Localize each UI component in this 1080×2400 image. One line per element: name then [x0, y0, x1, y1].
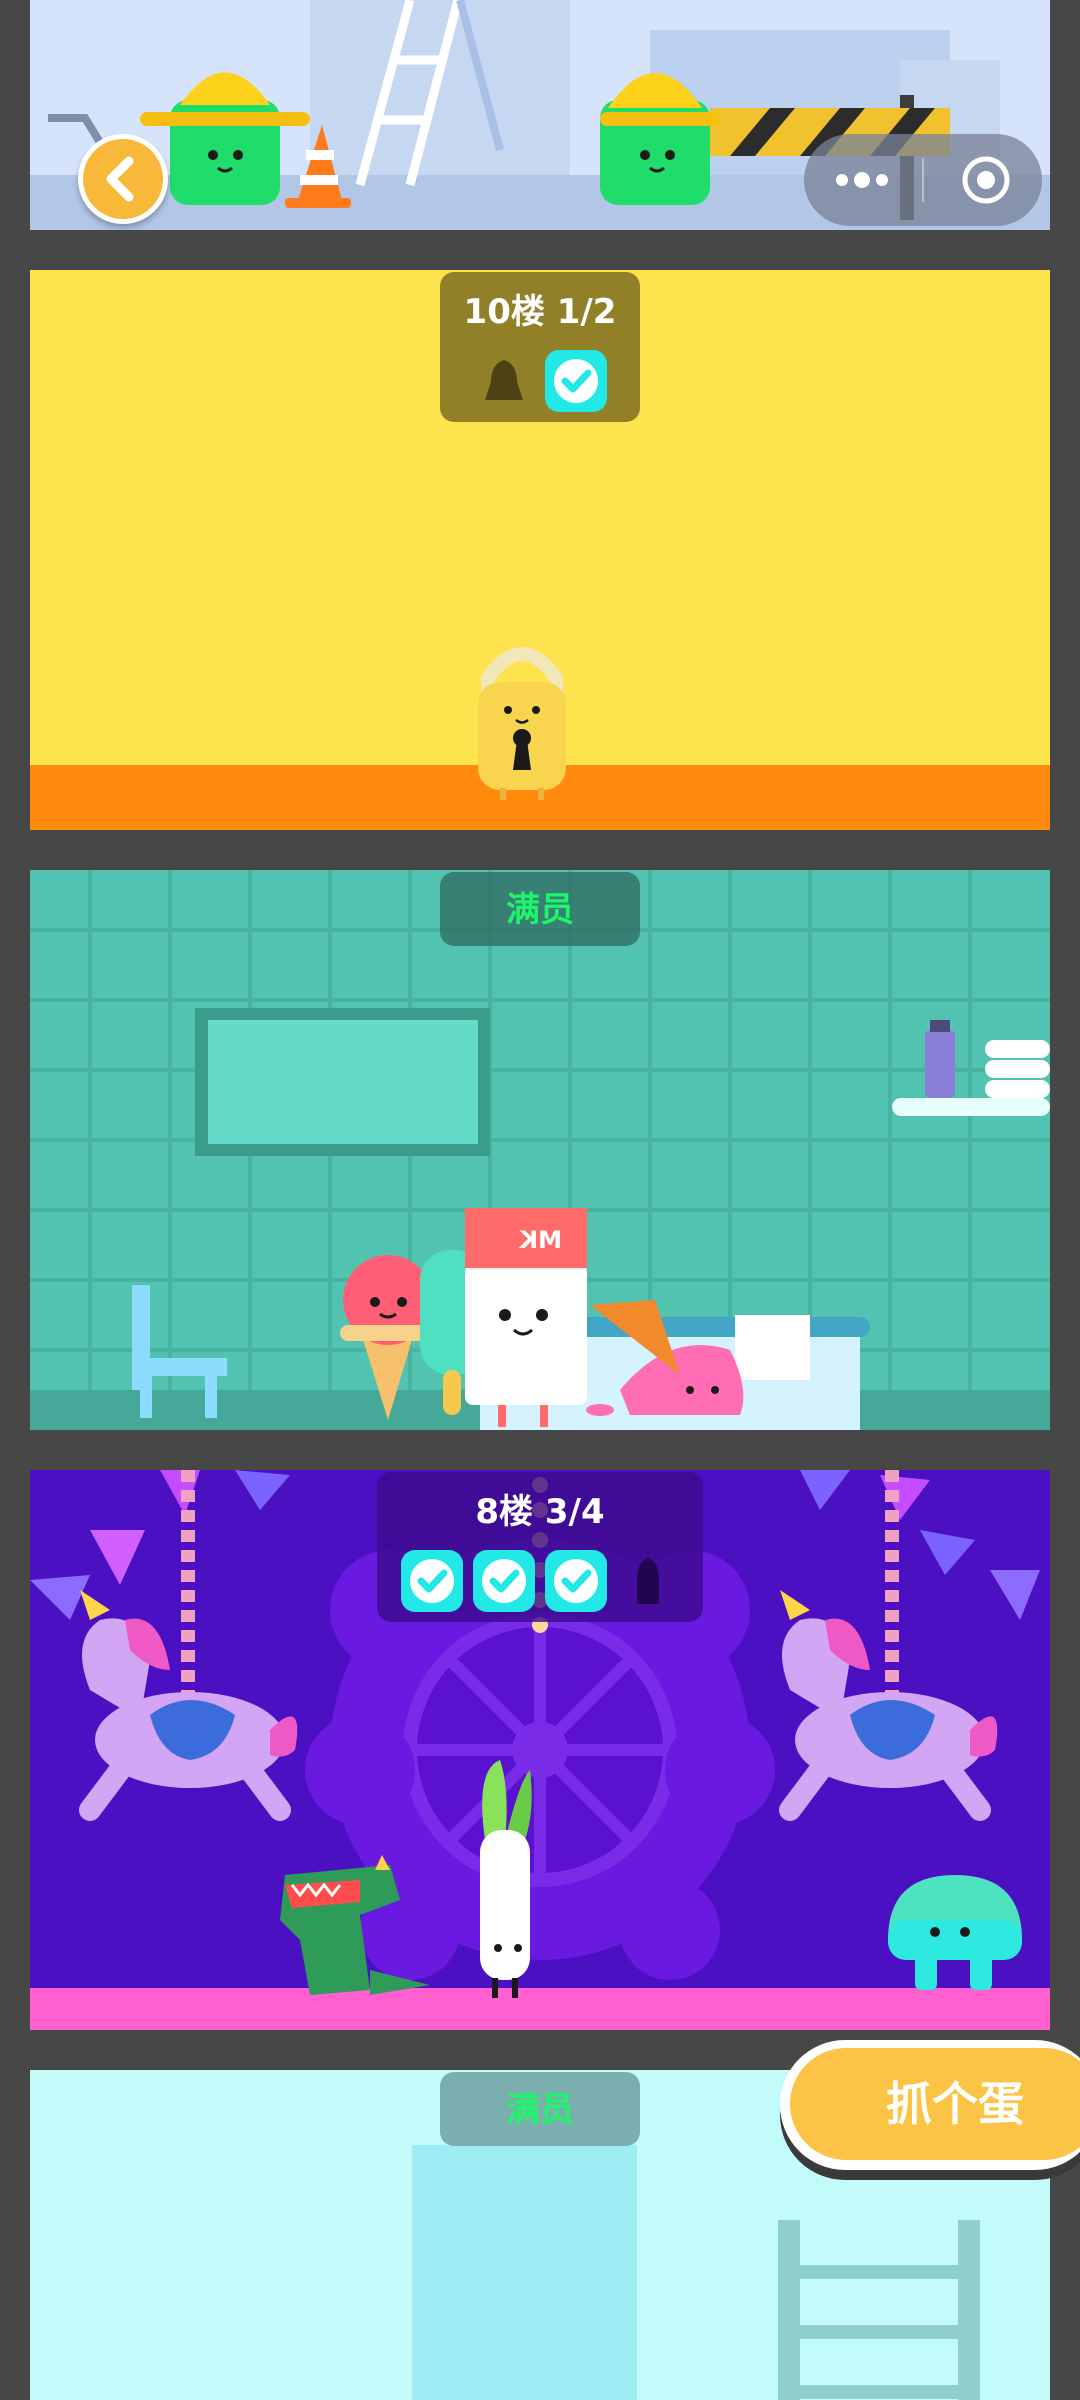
chevron-left-icon [106, 156, 134, 202]
svg-text:MK: MK [518, 1226, 562, 1254]
catch-egg-button[interactable]: 抓个蛋 [780, 2040, 1080, 2170]
check-icon [545, 1550, 607, 1612]
floor-9-panel[interactable]: MK 满员 [30, 870, 1050, 1430]
floor-10-badge: 10楼 1/2 [440, 272, 640, 422]
catch-egg-label: 抓个蛋 [886, 2077, 1024, 2131]
floor-9-badge: 满员 [440, 872, 640, 946]
floor-10-panel[interactable]: 10楼 1/2 [30, 270, 1050, 830]
unicorn-icon [79, 1590, 298, 1821]
catch-egg-button-face: 抓个蛋 [790, 2048, 1080, 2160]
check-icon [473, 1550, 535, 1612]
floor-10-label: 10楼 1/2 [463, 292, 617, 332]
floor-8-panel[interactable]: 8楼 3/4 [30, 1470, 1050, 2030]
floor-9-label: 满员 [506, 890, 574, 930]
mini-program-capsule [804, 134, 1042, 226]
floor-8-slots [377, 1550, 703, 1612]
mirror-icon [195, 1008, 490, 1156]
empty-slot-silhouette-icon [617, 1550, 679, 1612]
floor-10-slots [440, 350, 640, 412]
mushroom-character-icon [888, 1875, 1022, 1990]
empty-slot-silhouette-icon [473, 350, 535, 412]
doorway [412, 2145, 637, 2400]
floor-8-label: 8楼 3/4 [475, 1492, 605, 1532]
ladder-icon [778, 2220, 980, 2400]
milk-carton-character-icon: MK [465, 1208, 587, 1427]
floor-9-scene: MK [30, 870, 1050, 1430]
leek-character-icon [480, 1760, 532, 1998]
padlock-icon [478, 647, 566, 800]
check-icon [545, 350, 607, 412]
floor-8-badge: 8楼 3/4 [377, 1472, 703, 1622]
floor-strip [30, 1988, 1050, 2030]
floor-7-badge: 满员 [440, 2072, 640, 2146]
back-button[interactable] [78, 134, 168, 224]
check-icon [401, 1550, 463, 1612]
more-button[interactable] [804, 134, 922, 226]
more-dots-icon [836, 172, 888, 188]
target-circle-icon [962, 156, 1010, 204]
close-button[interactable] [924, 134, 1042, 226]
floor-7-label: 满员 [506, 2090, 574, 2130]
unicorn-icon [779, 1590, 998, 1821]
